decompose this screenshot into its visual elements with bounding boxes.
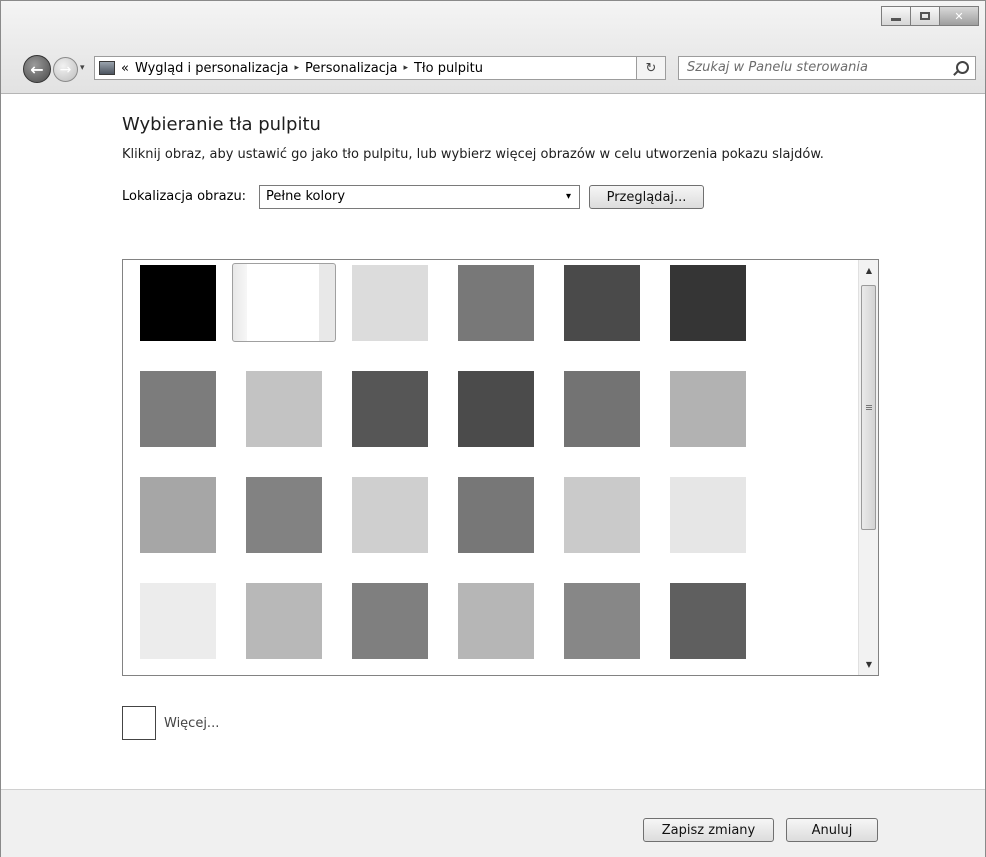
background-color-tile[interactable] xyxy=(232,263,336,342)
breadcrumb-appearance[interactable]: Wygląd i personalizacja xyxy=(135,61,289,76)
background-color-tile[interactable] xyxy=(352,583,428,659)
thumb-grip-icon xyxy=(866,407,872,408)
back-arrow-icon: ← xyxy=(30,59,44,79)
background-color-tile[interactable] xyxy=(458,371,534,447)
background-color-tile[interactable] xyxy=(140,583,216,659)
close-icon: ✕ xyxy=(954,9,964,23)
chevron-down-icon: ▾ xyxy=(565,191,571,202)
gallery-scrollbar[interactable]: ▲ ▼ xyxy=(858,260,878,675)
background-color-tile[interactable] xyxy=(352,371,428,447)
background-color-tile[interactable] xyxy=(670,583,746,659)
search-placeholder: Szukaj w Panelu sterowania xyxy=(687,60,868,75)
background-color-tile[interactable] xyxy=(564,583,640,659)
breadcrumb-desktop-background[interactable]: Tło pulpitu xyxy=(414,61,483,76)
forward-arrow-icon: → xyxy=(59,61,72,78)
browse-button[interactable]: Przeglądaj... xyxy=(589,185,704,209)
page-subtitle: Kliknij obraz, aby ustawić go jako tło p… xyxy=(122,147,824,162)
scroll-up-button[interactable]: ▲ xyxy=(859,262,878,279)
maximize-icon xyxy=(920,12,930,20)
back-button[interactable]: ← xyxy=(23,55,51,83)
breadcrumb-separator-icon[interactable]: ▸ xyxy=(403,63,408,73)
caption-buttons: ✕ xyxy=(881,6,979,26)
background-color-tile[interactable] xyxy=(670,371,746,447)
background-color-tile[interactable] xyxy=(246,477,322,553)
cancel-button[interactable]: Anuluj xyxy=(786,818,878,842)
refresh-button[interactable]: ↻ xyxy=(636,56,666,80)
background-color-tile[interactable] xyxy=(458,265,534,341)
scroll-down-button[interactable]: ▼ xyxy=(859,656,878,673)
background-color-tile[interactable] xyxy=(458,477,534,553)
dialog-footer: Zapisz zmiany Anuluj xyxy=(1,789,985,857)
background-color-tile[interactable] xyxy=(564,265,640,341)
control-panel-window: ✕ ← → ▾ « Wygląd i personalizacja ▸ Pers… xyxy=(0,0,986,857)
background-color-tile[interactable] xyxy=(140,477,216,553)
thumb-grip-icon xyxy=(866,405,872,406)
page-title: Wybieranie tła pulpitu xyxy=(122,114,321,135)
background-color-tile[interactable] xyxy=(140,265,216,341)
background-color-tile[interactable] xyxy=(564,477,640,553)
background-color-tile[interactable] xyxy=(246,583,322,659)
search-input[interactable]: Szukaj w Panelu sterowania xyxy=(678,56,976,80)
forward-button[interactable]: → xyxy=(53,57,78,82)
breadcrumb-separator-icon[interactable]: ▸ xyxy=(295,63,300,73)
more-colors-link[interactable]: Więcej... xyxy=(164,716,219,731)
maximize-button[interactable] xyxy=(910,6,940,26)
control-panel-icon xyxy=(99,61,115,75)
save-changes-button[interactable]: Zapisz zmiany xyxy=(643,818,774,842)
main-content: Wybieranie tła pulpitu Kliknij obraz, ab… xyxy=(1,94,985,788)
breadcrumb-personalization[interactable]: Personalizacja xyxy=(305,61,397,76)
minimize-button[interactable] xyxy=(881,6,911,26)
background-color-tile[interactable] xyxy=(140,371,216,447)
background-color-tile[interactable] xyxy=(670,477,746,553)
minimize-icon xyxy=(891,17,901,21)
background-color-tile[interactable] xyxy=(246,371,322,447)
thumb-grip-icon xyxy=(866,409,872,410)
chevron-down-icon: ▾ xyxy=(80,63,85,73)
background-color-tile[interactable] xyxy=(564,371,640,447)
background-color-tile[interactable] xyxy=(670,265,746,341)
breadcrumb-overflow[interactable]: « xyxy=(121,61,129,76)
scroll-thumb[interactable] xyxy=(861,285,876,530)
search-icon[interactable] xyxy=(956,61,969,74)
picture-location-select[interactable]: Pełne kolory ▾ xyxy=(259,185,580,209)
background-color-tile[interactable] xyxy=(352,477,428,553)
window-chrome: ✕ ← → ▾ « Wygląd i personalizacja ▸ Pers… xyxy=(1,1,985,94)
address-bar[interactable]: « Wygląd i personalizacja ▸ Personalizac… xyxy=(94,56,664,80)
background-color-tile[interactable] xyxy=(352,265,428,341)
picture-location-label: Lokalizacja obrazu: xyxy=(122,189,247,204)
background-gallery[interactable]: ▲ ▼ xyxy=(122,259,879,676)
refresh-icon: ↻ xyxy=(645,60,657,76)
more-colors-swatch[interactable] xyxy=(122,706,156,740)
background-color-tile[interactable] xyxy=(458,583,534,659)
picture-location-value: Pełne kolory xyxy=(266,189,346,204)
recent-pages-dropdown[interactable]: ▾ xyxy=(80,63,85,73)
close-button[interactable]: ✕ xyxy=(939,6,979,26)
